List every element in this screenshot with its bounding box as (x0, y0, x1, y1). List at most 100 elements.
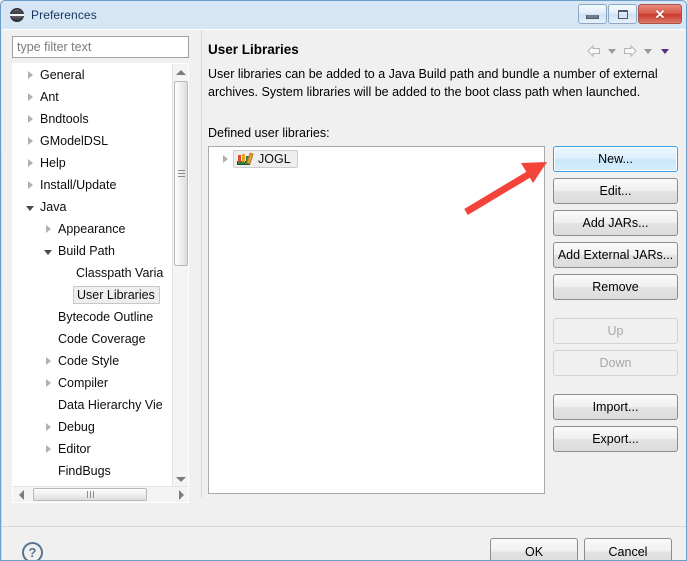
sidebar-item-label: Install/Update (40, 178, 117, 192)
import-button[interactable]: Import... (553, 394, 678, 420)
add-external-jars-button[interactable]: Add External JARs... (553, 242, 678, 268)
sidebar-item-build-path[interactable]: Build Path (13, 240, 174, 262)
chevron-right-icon[interactable] (40, 357, 56, 365)
help-icon[interactable]: ? (22, 542, 43, 560)
button-group-spacer (553, 306, 678, 318)
down-button: Down (553, 350, 678, 376)
window-title: Preferences (31, 8, 97, 22)
list-item[interactable]: JOGL (209, 147, 544, 171)
tree-hscroll-thumb[interactable] (33, 488, 147, 501)
sidebar-item-label: Build Path (58, 244, 115, 258)
chevron-right-icon[interactable] (218, 155, 233, 163)
preferences-tree-items: General Ant Bndtools GModelDSL Help Install/U… (13, 64, 174, 487)
ok-button[interactable]: OK (490, 538, 578, 560)
tree-horizontal-scrollbar[interactable] (13, 486, 188, 502)
sidebar-item-label: Code Style (58, 354, 120, 368)
defined-libraries-label: Defined user libraries: (208, 126, 330, 140)
search-input[interactable] (12, 36, 189, 58)
maximize-button[interactable] (608, 4, 637, 24)
dialog-body: General Ant Bndtools GModelDSL Help Install/U… (2, 29, 686, 560)
scroll-left-icon[interactable] (13, 487, 29, 502)
cancel-button[interactable]: Cancel (584, 538, 672, 560)
sidebar-item-code-coverage[interactable]: Code Coverage (13, 328, 174, 350)
sidebar-item-bndtools[interactable]: Bndtools (13, 108, 174, 130)
sidebar-item-label: Editor (58, 442, 91, 456)
chevron-right-icon[interactable] (22, 181, 38, 189)
page-description: User libraries can be added to a Java Bu… (208, 67, 658, 99)
edit-button[interactable]: Edit... (553, 178, 678, 204)
forward-chevron-down-icon[interactable] (644, 48, 652, 54)
sidebar-item-java[interactable]: Java (13, 196, 174, 218)
sidebar-item-label: Help (40, 156, 66, 170)
minimize-button[interactable] (578, 4, 607, 24)
preferences-sidebar: General Ant Bndtools GModelDSL Help Install/U… (12, 36, 195, 520)
sidebar-item-general[interactable]: General (13, 64, 174, 86)
page-nav-icons (586, 44, 672, 58)
library-books-icon (237, 152, 254, 166)
library-name: JOGL (258, 152, 291, 166)
sidebar-item-label: Java (40, 200, 67, 214)
title-bar[interactable]: Preferences ✕ (1, 1, 686, 29)
sidebar-item-label: Classpath Varia (76, 266, 164, 280)
chevron-right-icon[interactable] (22, 159, 38, 167)
chevron-right-icon[interactable] (40, 225, 56, 233)
view-menu-chevron-down-icon[interactable] (661, 48, 669, 54)
sidebar-item-editor[interactable]: Editor (13, 438, 174, 460)
sidebar-item-label: Compiler (58, 376, 109, 390)
close-icon: ✕ (654, 6, 666, 22)
sidebar-item-appearance[interactable]: Appearance (13, 218, 174, 240)
tree-vertical-scrollbar[interactable] (172, 64, 188, 487)
remove-button[interactable]: Remove (553, 274, 678, 300)
library-action-buttons: New... Edit... Add JARs... Add External JAR… (553, 146, 678, 458)
sidebar-item-ant[interactable]: Ant (13, 86, 174, 108)
library-chip[interactable]: JOGL (233, 150, 298, 168)
page-title: User Libraries (208, 42, 299, 57)
eclipse-logo-icon (9, 7, 25, 23)
footer-divider (2, 526, 686, 527)
chevron-right-icon[interactable] (22, 71, 38, 79)
sidebar-item-install-update[interactable]: Install/Update (13, 174, 174, 196)
button-group-spacer (553, 382, 678, 394)
sidebar-item-gmodeldsl[interactable]: GModelDSL (13, 130, 174, 152)
chevron-right-icon[interactable] (22, 115, 38, 123)
dialog-footer-buttons: OK Cancel (490, 538, 672, 560)
sidebar-item-classpath-varia[interactable]: Classpath Varia (13, 262, 174, 284)
new-button[interactable]: New... (553, 146, 678, 172)
user-libraries-page: User Libraries User libraries can be add… (205, 34, 680, 520)
back-arrow-icon[interactable] (586, 44, 602, 58)
sidebar-item-code-style[interactable]: Code Style (13, 350, 174, 372)
sidebar-item-data-hierarchy-vie[interactable]: Data Hierarchy Vie (13, 394, 174, 416)
window-frame: Preferences ✕ GeneralAntBndtoolsGModelD (0, 0, 687, 561)
forward-arrow-icon[interactable] (622, 44, 638, 58)
sidebar-item-label: Appearance (58, 222, 126, 236)
chevron-right-icon[interactable] (22, 93, 38, 101)
scroll-down-icon[interactable] (173, 471, 188, 487)
chevron-right-icon[interactable] (40, 445, 56, 453)
sidebar-item-compiler[interactable]: Compiler (13, 372, 174, 394)
chevron-right-icon[interactable] (22, 137, 38, 145)
preferences-dialog: Preferences ✕ GeneralAntBndtoolsGModelD (0, 0, 687, 561)
chevron-right-icon[interactable] (40, 379, 56, 387)
sidebar-item-label: Bytecode Outline (58, 310, 154, 324)
scroll-up-icon[interactable] (173, 64, 188, 80)
chevron-down-icon[interactable] (40, 248, 56, 255)
tree-vscroll-thumb[interactable] (174, 81, 188, 266)
chevron-down-icon[interactable] (22, 204, 38, 211)
sidebar-item-user-libraries[interactable]: User Libraries (13, 284, 174, 306)
back-chevron-down-icon[interactable] (608, 48, 616, 54)
sidebar-item-findbugs[interactable]: FindBugs (13, 460, 174, 482)
export-button[interactable]: Export... (553, 426, 678, 452)
sidebar-item-label: Bndtools (40, 112, 89, 126)
sidebar-item-help[interactable]: Help (13, 152, 174, 174)
sidebar-item-label: User Libraries (73, 286, 160, 304)
chevron-right-icon[interactable] (40, 423, 56, 431)
sidebar-item-bytecode-outline[interactable]: Bytecode Outline (13, 306, 174, 328)
sidebar-item-debug[interactable]: Debug (13, 416, 174, 438)
add-jars-button[interactable]: Add JARs... (553, 210, 678, 236)
sidebar-item-label: General (40, 68, 85, 82)
user-libraries-list[interactable]: JOGL (208, 146, 545, 494)
close-button[interactable]: ✕ (638, 4, 682, 24)
maximize-icon (617, 9, 628, 19)
sidebar-item-label: Ant (40, 90, 59, 104)
scroll-right-icon[interactable] (173, 487, 188, 502)
